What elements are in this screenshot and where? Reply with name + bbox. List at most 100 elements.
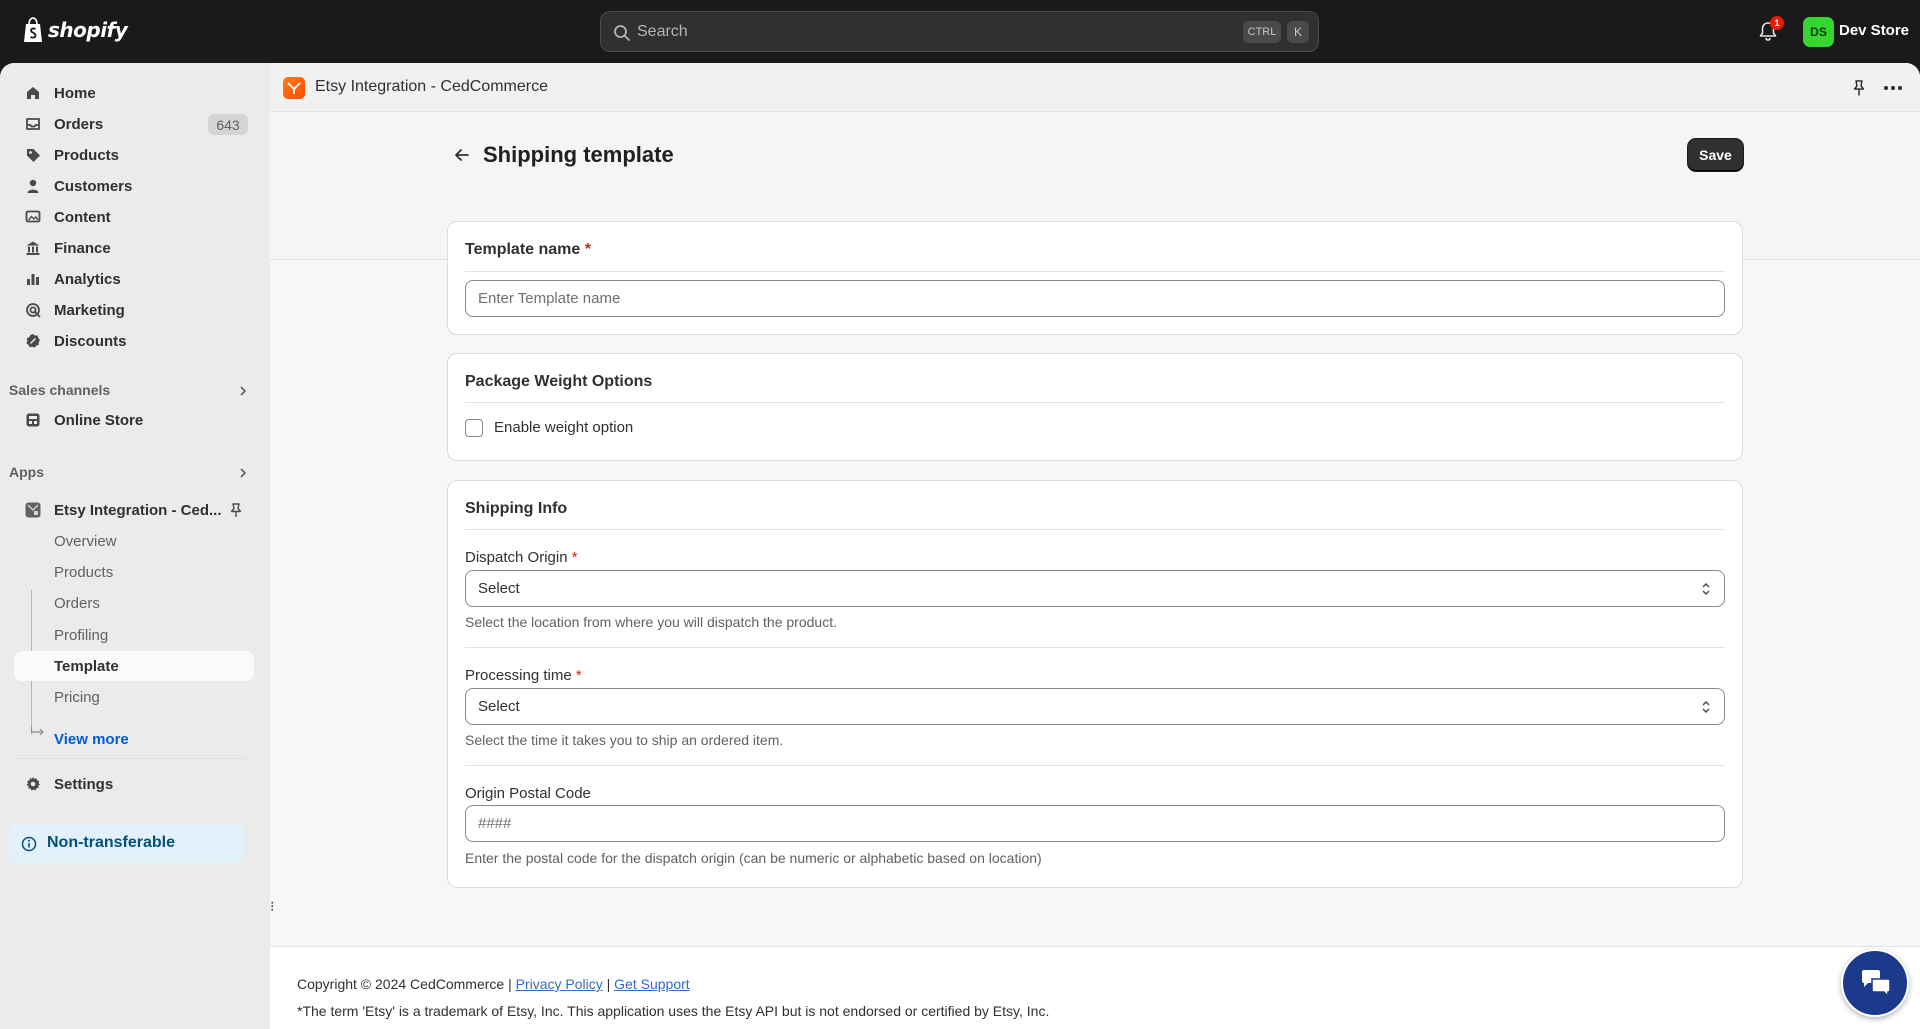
package-weight-title: Package Weight Options [465,373,653,390]
subitem-label: Template [54,658,119,675]
dispatch-origin-label-text: Dispatch Origin [465,549,568,566]
sidebar-item-home[interactable]: Home [14,78,254,108]
more-horizontal-icon[interactable] [1882,79,1904,97]
card-divider [465,402,1725,403]
sales-channels-label: Sales channels [9,382,111,398]
sidebar-item-content[interactable]: Content [14,202,254,232]
sidebar-subitem-template[interactable]: Template [14,651,254,681]
required-mark: * [571,549,578,566]
origin-postal-code-help: Enter the postal code for the dispatch o… [465,850,1042,866]
target-icon [26,303,41,318]
sidebar-item-label: Marketing [54,302,125,319]
sidebar-item-label: Online Store [54,412,144,429]
get-support-link[interactable]: Get Support [614,976,690,992]
resize-handle-icon[interactable]: ⁝ [270,898,274,915]
sidebar-item-label: Products [54,147,120,164]
origin-postal-code-label: Origin Postal Code [465,785,591,802]
processing-time-label: Processing time * [465,667,582,684]
template-name-label-text: Template name [465,241,581,258]
required-mark: * [575,667,582,684]
sidebar-subitem-overview[interactable]: Overview [14,526,254,556]
card-divider [465,529,1725,530]
sidebar-item-products[interactable]: Products [14,140,254,170]
sidebar-item-marketing[interactable]: Marketing [14,295,254,325]
sidebar-item-label: Customers [54,178,133,195]
footer: Copyright © 2024 CedCommerce | Privacy P… [270,946,1920,1029]
subitem-label: Products [54,564,114,581]
footer-copyright-line: Copyright © 2024 CedCommerce | Privacy P… [297,976,690,992]
sidebar-subitem-profiling[interactable]: Profiling [14,620,254,650]
copyright-text: Copyright © 2024 CedCommerce | [297,976,512,992]
sidebar-divider [14,758,246,759]
template-name-input[interactable]: Enter Template name [465,280,1725,317]
etsy-app-icon [25,502,41,518]
template-name-placeholder: Enter Template name [478,290,621,307]
non-transferable-banner[interactable]: Non-transferable [9,824,244,863]
sidebar-subitem-products[interactable]: Products [14,557,254,587]
content-icon [25,210,41,223]
submenu-branch-icon [31,727,44,736]
tag-icon [27,149,40,162]
select-arrows-icon [1702,582,1710,596]
cedcommerce-app-icon [283,77,305,99]
non-transferable-label: Non-transferable [47,834,176,851]
processing-time-label-text: Processing time [465,667,572,684]
pin-icon[interactable] [228,502,244,518]
processing-time-select[interactable]: Select [465,688,1725,725]
sidebar-item-customers[interactable]: Customers [14,171,254,201]
gear-icon [26,777,40,791]
search-placeholder: Search [637,23,688,40]
app-title: Etsy Integration - CedCommerce [315,78,548,95]
sidebar-item-finance[interactable]: Finance [14,233,254,263]
shopify-logo[interactable]: shopify [22,17,128,43]
enable-weight-checkbox[interactable] [465,419,483,437]
sidebar-item-label: Etsy Integration - Ced... [54,502,222,519]
store-name[interactable]: Dev Store [1839,22,1909,39]
processing-time-help: Select the time it takes you to ship an … [465,732,784,748]
sidebar-subitem-orders[interactable]: Orders [14,588,254,618]
sidebar-item-etsy-app[interactable]: Etsy Integration - Ced... [14,495,254,525]
dispatch-origin-help: Select the location from where you will … [465,614,837,630]
sidebar-item-label: Finance [54,240,111,257]
privacy-policy-link[interactable]: Privacy Policy [516,976,603,992]
trademark-notice: *The term 'Etsy' is a trademark of Etsy,… [297,1003,1050,1019]
chevron-right-icon [240,386,247,396]
info-icon [21,836,37,852]
search-bar[interactable]: Search CTRL K [600,11,1319,52]
page-title: Shipping template [483,142,674,167]
card-divider [465,765,1725,766]
subitem-label: Pricing [54,689,100,706]
sidebar-subitem-pricing[interactable]: Pricing [14,682,254,712]
processing-time-value: Select [478,698,520,715]
subitem-label: Profiling [54,627,109,644]
save-button[interactable]: Save [1688,139,1743,171]
chevron-right-icon [240,468,247,478]
pin-icon[interactable] [1850,79,1868,97]
view-more-link[interactable]: View more [54,731,129,748]
chat-button[interactable] [1841,949,1909,1017]
apps-header[interactable]: Apps [9,461,254,483]
card-divider [465,647,1725,648]
sidebar-item-discounts[interactable]: Discounts [14,326,254,356]
shipping-info-card: Shipping Info Dispatch Origin * Select S… [447,480,1743,888]
dispatch-origin-select[interactable]: Select [465,570,1725,607]
sidebar-item-online-store[interactable]: Online Store [14,405,254,435]
store-icon [26,413,40,427]
origin-postal-code-input[interactable]: #### [465,805,1725,842]
postal-code-placeholder: #### [478,815,512,832]
main-content: Etsy Integration - CedCommerce Shipping … [270,63,1920,1029]
orders-count-badge: 643 [208,114,248,135]
sidebar-item-orders[interactable]: Orders 643 [14,109,254,139]
sidebar-item-label: Home [54,85,96,102]
store-avatar[interactable]: DS [1803,17,1834,47]
back-arrow-icon[interactable] [453,146,471,164]
sales-channels-header[interactable]: Sales channels [9,379,254,401]
sidebar-item-analytics[interactable]: Analytics [14,264,254,294]
sidebar-item-settings[interactable]: Settings [14,769,254,799]
shortcut-ctrl-key: CTRL [1243,21,1281,43]
enable-weight-label[interactable]: Enable weight option [494,419,633,436]
sidebar-item-label: Orders [54,116,104,133]
shopify-bag-icon [24,17,42,42]
search-icon [614,25,630,41]
subitem-label: Orders [54,595,100,612]
